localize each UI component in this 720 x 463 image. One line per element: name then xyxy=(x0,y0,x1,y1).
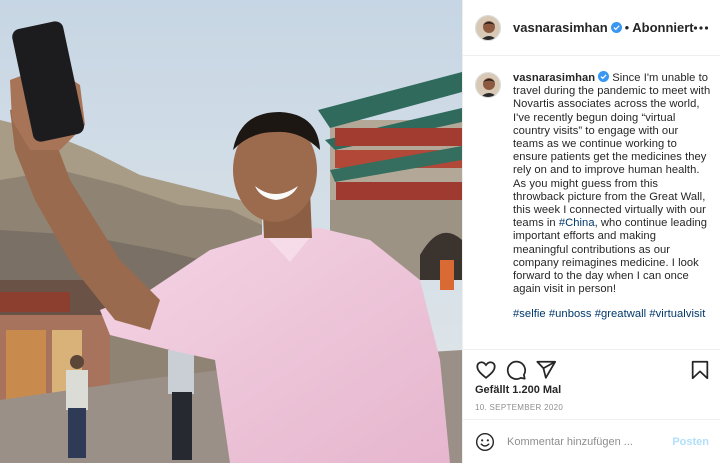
hashtag-link[interactable]: #virtualvisit xyxy=(649,308,705,320)
post-caption: vasnarasimhan Since I'm unable to travel… xyxy=(513,71,711,349)
hashtag-link[interactable]: #selfie xyxy=(513,308,546,320)
post-photo[interactable] xyxy=(0,0,462,463)
verified-badge-icon xyxy=(610,22,622,33)
post-header: vasnarasimhan • Abonniert xyxy=(463,0,720,56)
emoji-icon[interactable] xyxy=(475,432,495,452)
bookmark-icon[interactable] xyxy=(689,359,711,381)
caption-avatar[interactable] xyxy=(475,72,501,98)
heart-icon[interactable] xyxy=(475,359,497,381)
hashtag-link[interactable]: #greatwall xyxy=(595,308,647,320)
post-side-panel: vasnarasimhan • Abonniert vasnarasimhan … xyxy=(462,0,720,463)
comment-input[interactable] xyxy=(507,435,667,448)
verified-badge-icon xyxy=(598,71,610,82)
comment-bar: Posten xyxy=(463,419,720,463)
avatar[interactable] xyxy=(475,14,501,41)
caption-area: vasnarasimhan Since I'm unable to travel… xyxy=(463,57,720,349)
caption-username-link[interactable]: vasnarasimhan xyxy=(513,72,595,84)
follow-status-button[interactable]: Abonniert xyxy=(632,20,693,35)
post-date[interactable]: 10. September 2020 xyxy=(475,403,563,412)
action-bar xyxy=(463,349,720,389)
share-icon[interactable] xyxy=(535,359,557,381)
comment-icon[interactable] xyxy=(505,359,527,381)
hashtag-list: #selfie #unboss #greatwall #virtualvisit xyxy=(513,308,711,321)
hashtag-link[interactable]: #unboss xyxy=(549,308,592,320)
more-options-icon[interactable] xyxy=(693,20,709,36)
post-comment-button[interactable]: Posten xyxy=(672,436,709,448)
separator-dot: • xyxy=(624,20,630,35)
username-link[interactable]: vasnarasimhan xyxy=(513,20,608,35)
caption-text: Since I'm unable to travel during the pa… xyxy=(513,72,711,230)
great-wall-selfie-image xyxy=(0,0,462,463)
hashtag-link-china[interactable]: #China xyxy=(559,217,595,229)
like-count[interactable]: Gefällt 1.200 Mal xyxy=(475,384,561,396)
